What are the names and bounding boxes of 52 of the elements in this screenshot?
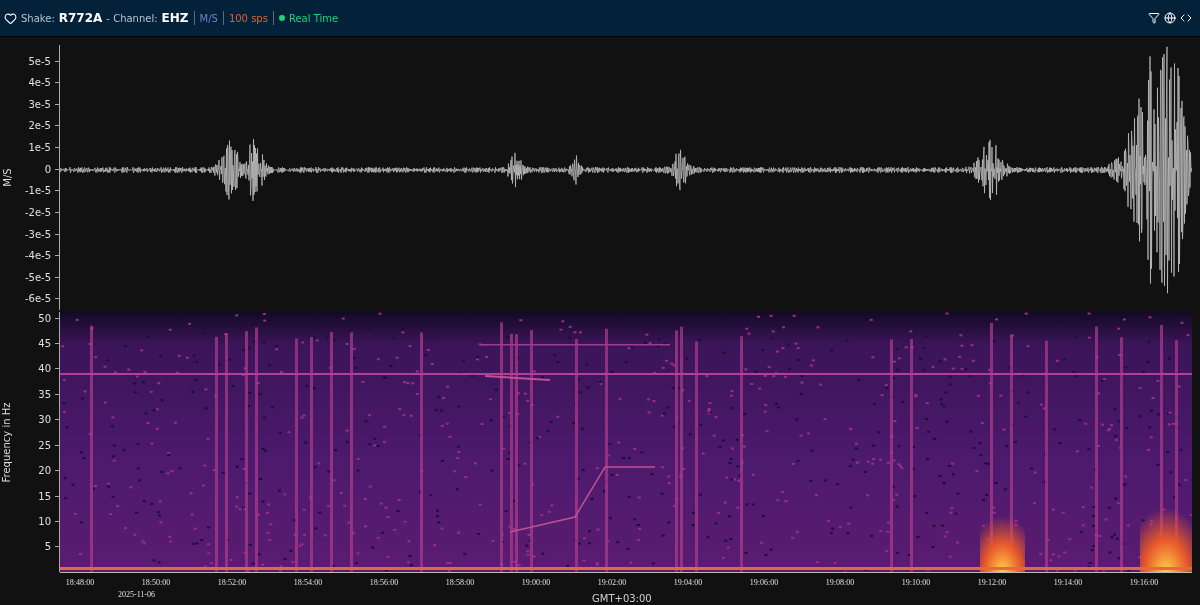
units-label: M/S — [199, 11, 218, 26]
tick-label: 35 — [38, 387, 51, 402]
time-tick-label: 18:58:00 — [445, 577, 475, 589]
globe-icon[interactable] — [1164, 12, 1176, 24]
tick-label: -5e-5 — [24, 270, 51, 285]
time-tick-label: 19:16:00 — [1129, 577, 1159, 589]
timezone-label: GMT+03:00 — [592, 592, 652, 605]
tick-label: 40 — [38, 362, 51, 377]
filter-icon[interactable] — [1148, 12, 1160, 24]
time-tick-label: 18:48:00 — [65, 577, 95, 589]
station-name: R772A — [58, 10, 103, 27]
tick-label: 0 — [44, 162, 51, 177]
tick-label: 5e-5 — [28, 54, 51, 69]
tick-label: -2e-5 — [24, 205, 51, 220]
time-tick-label: 19:02:00 — [597, 577, 627, 589]
time-tick-label: 18:56:00 — [369, 577, 399, 589]
tick-label: 4e-5 — [28, 76, 51, 91]
tick-label: 1e-5 — [28, 141, 51, 155]
time-tick-label: 19:06:00 — [749, 577, 779, 589]
axis-label: Frequency in Hz — [0, 402, 14, 482]
time-tick-label: 18:52:00 — [217, 577, 247, 589]
time-tick-label: 18:54:00 — [293, 577, 323, 589]
tick-label: 30 — [38, 413, 51, 428]
channel-name: EHZ — [161, 10, 189, 27]
time-tick-label: 19:00:00 — [521, 577, 551, 589]
tick-label: 3e-5 — [28, 97, 51, 112]
axis-label: M/S — [0, 168, 14, 187]
tick-label: 25 — [38, 438, 51, 453]
status-label: Real Time — [288, 11, 339, 26]
tick-label: 20 — [38, 464, 51, 479]
tick-label: -4e-5 — [24, 249, 51, 264]
channel-label: - Channel: — [106, 11, 158, 26]
tick-label: 2e-5 — [28, 119, 51, 134]
tick-label: -6e-5 — [24, 292, 51, 307]
time-tick-label: 18:50:00 — [141, 577, 171, 589]
tick-label: -1e-5 — [24, 184, 51, 199]
time-tick-label: 19:04:00 — [673, 577, 703, 589]
station-label: Shake: — [21, 11, 55, 26]
tick-label: 50 — [38, 311, 51, 326]
tick-label: 15 — [38, 489, 51, 504]
time-tick-label: 19:12:00 — [977, 577, 1007, 589]
tick-label: -3e-5 — [24, 227, 51, 242]
tick-label: 45 — [38, 336, 51, 351]
time-tick-label: 19:14:00 — [1053, 577, 1083, 589]
tick-label: 5 — [44, 540, 51, 555]
code-icon[interactable] — [1180, 12, 1192, 24]
tick-label: 10 — [38, 515, 51, 529]
sample-rate: 100 sps — [228, 11, 268, 26]
date-label: 2025-11-06 — [118, 589, 156, 601]
time-tick-label: 19:10:00 — [901, 577, 931, 589]
time-tick-label: 19:08:00 — [825, 577, 855, 589]
heart-icon[interactable] — [4, 11, 17, 25]
